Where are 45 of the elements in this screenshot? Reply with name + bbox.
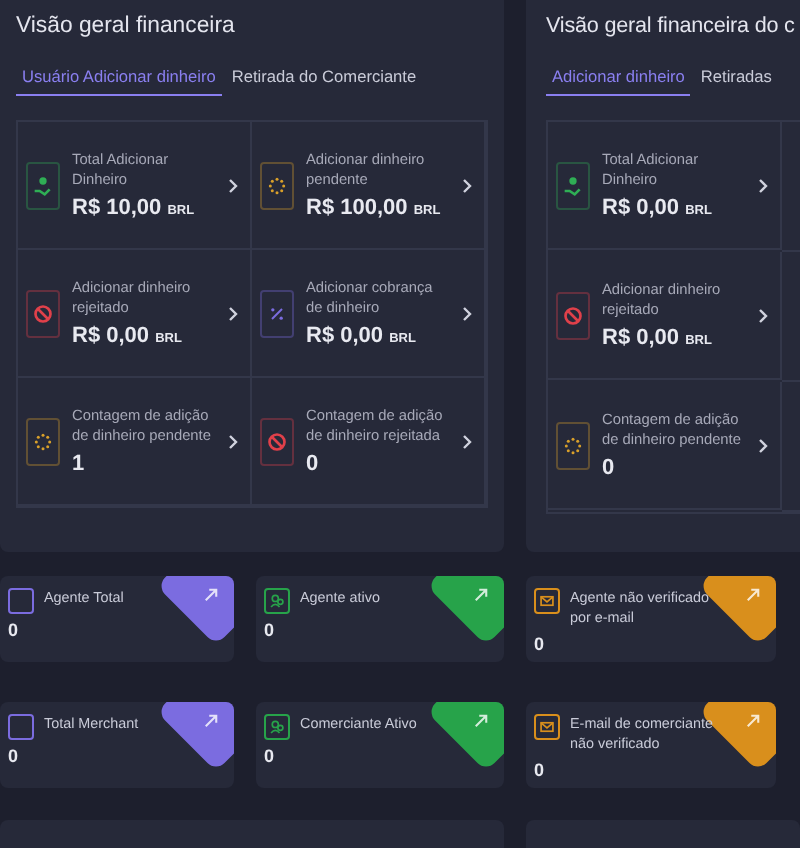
arrow-icon — [204, 714, 218, 728]
tile-amount: 0 — [306, 452, 321, 476]
chevron-icon — [462, 433, 472, 449]
chevron-icon — [228, 305, 238, 321]
arrow-icon — [474, 588, 488, 602]
card-value: 0 — [534, 760, 547, 780]
chevron-icon — [758, 437, 768, 453]
card-value: 0 — [264, 746, 277, 766]
blocked-icon — [260, 417, 294, 465]
spinner-icon — [260, 161, 294, 209]
panel-title: Visão geral financeira — [16, 12, 237, 42]
chevron-icon — [228, 433, 238, 449]
spinner-icon — [26, 417, 60, 465]
chevron-icon — [228, 177, 238, 193]
panel-title: Visão geral financeira do c — [546, 12, 797, 42]
chevron-icon — [462, 177, 472, 193]
blocked-icon — [556, 291, 590, 339]
square-icon — [8, 588, 34, 614]
arrow-icon — [746, 714, 760, 728]
mail-icon — [534, 714, 560, 740]
arrow-icon — [204, 588, 218, 602]
card-value: 0 — [264, 620, 277, 640]
card-value: 0 — [534, 634, 547, 654]
spinner-icon — [556, 421, 590, 469]
square-icon — [8, 714, 34, 740]
mail-icon — [534, 588, 560, 614]
tab[interactable]: Adicionar dinheiro — [546, 56, 691, 96]
tab[interactable]: Usuário Adicionar dinheiro — [16, 56, 222, 96]
tab[interactable]: Retirada do Comerciante — [225, 56, 423, 96]
card-value: 0 — [8, 746, 21, 766]
percent-icon — [260, 289, 294, 337]
tile-amount: 1 — [72, 452, 87, 476]
chevron-icon — [462, 305, 472, 321]
users-icon — [264, 714, 290, 740]
tile-amount: 0 — [602, 456, 617, 480]
chevron-icon — [758, 307, 768, 323]
users-icon — [264, 588, 290, 614]
card-value: 0 — [8, 620, 21, 640]
blocked-icon — [26, 289, 60, 337]
chevron-icon — [758, 177, 768, 193]
money-hand-icon — [556, 161, 590, 209]
money-hand-icon — [26, 161, 60, 209]
arrow-icon — [474, 714, 488, 728]
arrow-icon — [746, 588, 760, 602]
tab[interactable]: Retiradas — [694, 56, 778, 96]
